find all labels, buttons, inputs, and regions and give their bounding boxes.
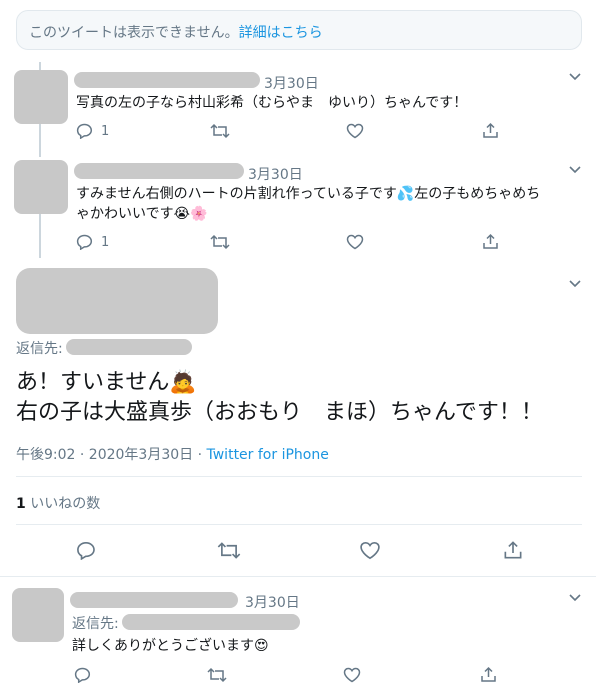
retweet-icon [207,667,227,683]
avatar[interactable] [12,588,64,642]
user-name-redacted[interactable] [70,592,238,608]
share-icon [482,122,499,139]
reply-to-label: 返信先: [72,616,119,632]
reply-icon [76,123,93,139]
focused-text-line-1: あ！すいません🙇 [16,370,197,395]
tweet-2[interactable]: 3月30日 すみません右側のハートの片割れ作っている子です💦左の子もめちゃめち … [0,160,596,260]
tweet-timestamp: 午後9:02 · 2020年3月30日 · Twitter for iPhone [16,444,329,464]
heart-icon [359,541,381,560]
tweet-text: 写真の左の子なら村山彩希（むらやま ゆいり）ちゃんです！ [76,95,468,111]
user-name-redacted[interactable] [74,163,244,179]
tweet-1[interactable]: 3月30日 写真の左の子なら村山彩希（むらやま ゆいり）ちゃんです！ 1 [0,66,596,156]
reply-count: 1 [101,234,110,250]
reply-button[interactable]: 1 [76,123,109,139]
likes-label: いいねの数 [30,496,101,512]
divider [16,476,582,477]
learn-more-link[interactable]: 詳細はこちら [239,25,323,41]
divider [0,576,596,577]
retweet-icon [210,234,230,250]
unavailable-notice-text: このツイートは表示できません。詳細はこちら [29,22,323,42]
likes-count: 1 [16,496,26,512]
retweet-icon [210,123,230,139]
focused-tweet: 返信先: あ！すいません🙇 右の子は大盛真歩（おおもり まほ）ちゃんです！！ 午… [0,262,596,574]
divider [16,524,582,525]
avatar[interactable] [14,70,68,124]
reply-to-user-redacted[interactable] [122,614,300,630]
focused-text-line-2: 右の子は大盛真歩（おおもり まほ）ちゃんです！！ [16,400,543,425]
reply-button[interactable] [74,667,91,683]
retweet-button[interactable] [217,541,241,560]
unavailable-tweet-notice: このツイートは表示できません。詳細はこちら [16,10,582,50]
like-button[interactable] [346,234,364,250]
share-icon [482,233,499,250]
timestamp-text[interactable]: 午後9:02 · 2020年3月30日 · [16,447,207,463]
chevron-down-icon[interactable] [568,69,582,83]
tweet-text-line-1: すみません右側のハートの片割れ作っている子です💦左の子もめちゃめち [76,186,541,202]
reply-to-user-redacted[interactable] [66,339,192,355]
source-link[interactable]: Twitter for iPhone [207,447,329,463]
tweet-text-line-2: ゃかわいいです😭🌸 [76,206,208,222]
retweet-button[interactable] [207,667,227,683]
share-button[interactable] [482,233,499,250]
heart-icon [346,123,364,139]
tweet-text: 詳しくありがとうございます😍 [72,638,269,654]
focused-author-redacted[interactable] [16,268,218,334]
tweet-date[interactable]: 3月30日 [245,592,300,612]
notice-message: このツイートは表示できません。 [29,25,239,41]
like-button[interactable] [346,123,364,139]
reply-to-label: 返信先: [16,341,63,357]
reply-count: 1 [101,123,110,139]
retweet-button[interactable] [210,234,230,250]
likes-stat[interactable]: 1 いいねの数 [16,493,100,513]
reply-button[interactable]: 1 [76,234,109,250]
share-icon [480,666,497,683]
share-button[interactable] [503,540,523,560]
heart-icon [346,234,364,250]
chevron-down-icon[interactable] [568,162,582,176]
tweet-date[interactable]: 3月30日 [264,73,319,93]
like-button[interactable] [343,667,361,683]
tweet-date[interactable]: 3月30日 [248,164,303,184]
heart-icon [343,667,361,683]
share-icon [503,540,523,560]
reply-icon [74,667,91,683]
reply-icon [76,234,93,250]
reply-button[interactable] [76,541,96,560]
user-name-redacted[interactable] [74,72,260,88]
share-button[interactable] [480,666,497,683]
avatar[interactable] [14,160,68,214]
like-button[interactable] [359,541,381,560]
retweet-button[interactable] [210,123,230,139]
retweet-icon [217,541,241,560]
reply-icon [76,541,96,560]
reply-tweet[interactable]: 3月30日 返信先: 詳しくありがとうございます😍 [0,584,596,689]
chevron-down-icon[interactable] [568,590,582,604]
share-button[interactable] [482,122,499,139]
chevron-down-icon[interactable] [568,276,582,290]
